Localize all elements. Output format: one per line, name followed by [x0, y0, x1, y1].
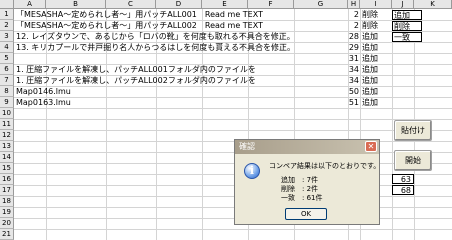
- cell-i1[interactable]: 削除: [362, 9, 378, 20]
- cell-a9[interactable]: Map0163.lmu: [16, 97, 71, 108]
- cell-i8[interactable]: 追加: [362, 86, 378, 97]
- row-header[interactable]: 15: [0, 163, 14, 174]
- gridline: [14, 196, 452, 197]
- row-header[interactable]: 8: [0, 86, 14, 97]
- dialog-title: 確認: [239, 142, 255, 151]
- col-header-g[interactable]: G: [294, 0, 348, 9]
- dialog-line-added: 追加 : 7件: [281, 176, 319, 184]
- cell-a8[interactable]: Map0146.lmu: [16, 86, 71, 97]
- col-header-i[interactable]: I: [360, 0, 392, 9]
- row-header[interactable]: 17: [0, 185, 14, 196]
- row-header[interactable]: 6: [0, 64, 14, 75]
- gridline: [14, 152, 452, 153]
- row-header[interactable]: 14: [0, 152, 14, 163]
- gridline: [14, 97, 452, 98]
- cell-j3[interactable]: 一致: [392, 32, 422, 42]
- gridline: [14, 207, 452, 208]
- dialog-message: コンペア結果は以下のとおりです。: [269, 162, 381, 170]
- col-header-j[interactable]: J: [392, 0, 414, 9]
- col-header-d[interactable]: D: [156, 0, 202, 9]
- cell-h3[interactable]: 28: [330, 31, 359, 42]
- cell-h5[interactable]: 31: [330, 53, 359, 64]
- start-button[interactable]: 開始: [394, 150, 432, 171]
- gridline: [14, 185, 452, 186]
- confirm-dialog: 確認 ✕ i コンペア結果は以下のとおりです。 追加 : 7件 削除 : 2件 …: [234, 139, 380, 225]
- cell-a7[interactable]: 1. 圧縮ファイルを解凍し、パッチALL002フォルダ内のファイルを: [16, 75, 256, 86]
- select-all-corner[interactable]: [0, 0, 14, 9]
- row-header[interactable]: 2: [0, 20, 14, 31]
- cell-h9[interactable]: 51: [330, 97, 359, 108]
- row-header[interactable]: 5: [0, 53, 14, 64]
- info-icon: i: [244, 163, 260, 179]
- gridline: [14, 141, 452, 142]
- row-header[interactable]: 18: [0, 196, 14, 207]
- cell-a3[interactable]: 12. レイズタウンで、あるじから「ロバの靴」を何度も取れる不具合を修正。: [16, 31, 295, 42]
- row-header[interactable]: 19: [0, 207, 14, 218]
- cell-i5[interactable]: 追加: [362, 53, 378, 64]
- cell-a1[interactable]: 「MESASHA～定められし者～」用パッチALL001 Read me TEXT: [16, 9, 263, 20]
- gridline: [14, 163, 452, 164]
- gridline: [14, 86, 452, 87]
- col-header-e[interactable]: E: [202, 0, 248, 9]
- ok-button[interactable]: OK: [285, 208, 327, 220]
- cell-i2[interactable]: 削除: [362, 20, 378, 31]
- gridline: [14, 119, 452, 120]
- cell-h4[interactable]: 29: [330, 42, 359, 53]
- gridline: [14, 174, 452, 175]
- dialog-line-deleted: 削除 : 2件: [281, 185, 319, 193]
- col-header-c[interactable]: C: [106, 0, 156, 9]
- row-header[interactable]: 7: [0, 75, 14, 86]
- cell-a4[interactable]: 13. キリカプールで井戸掘り名人からつるはしを何度も貰える不具合を修正。: [16, 42, 295, 53]
- cell-a2[interactable]: 「MESASHA～定められし者～」用パッチALL002 Read me TEXT: [16, 20, 263, 31]
- gridline: [14, 218, 452, 219]
- cell-j1[interactable]: 追加: [392, 10, 422, 20]
- cell-i9[interactable]: 追加: [362, 97, 378, 108]
- row-header[interactable]: 1: [0, 9, 14, 20]
- cell-h8[interactable]: 50: [330, 86, 359, 97]
- gridline: [14, 229, 452, 230]
- gridline: [392, 9, 393, 240]
- cell-h7[interactable]: 34: [330, 75, 359, 86]
- gridline: [14, 108, 452, 109]
- cell-i3[interactable]: 追加: [362, 31, 378, 42]
- cell-h2[interactable]: 2: [330, 20, 359, 31]
- row-header[interactable]: 4: [0, 42, 14, 53]
- cell-a6[interactable]: 1. 圧縮ファイルを解凍し、パッチALL001フォルダ内のファイルを: [16, 64, 256, 75]
- cell-j17[interactable]: 68: [392, 185, 414, 195]
- cell-i6[interactable]: 追加: [362, 64, 378, 75]
- gridline: [14, 130, 452, 131]
- spreadsheet: A B C D E F G H I J K 1 2 3 4 5 6 7 8 9 …: [0, 0, 452, 240]
- paste-button[interactable]: 貼付け: [394, 120, 432, 141]
- row-header[interactable]: 16: [0, 174, 14, 185]
- row-header[interactable]: 12: [0, 130, 14, 141]
- row-header[interactable]: 11: [0, 119, 14, 130]
- cell-h6[interactable]: 34: [330, 64, 359, 75]
- row-header[interactable]: 3: [0, 31, 14, 42]
- cell-j16[interactable]: 63: [392, 174, 414, 184]
- col-header-b[interactable]: B: [46, 0, 106, 9]
- cell-h1[interactable]: 2: [330, 9, 359, 20]
- col-header-f[interactable]: F: [248, 0, 294, 9]
- row-header[interactable]: 21: [0, 229, 14, 240]
- gridline: [14, 53, 452, 54]
- col-header-a[interactable]: A: [14, 0, 46, 9]
- row-header[interactable]: 13: [0, 141, 14, 152]
- row-header[interactable]: 9: [0, 97, 14, 108]
- cell-j2[interactable]: 削除: [392, 21, 422, 31]
- dialog-line-matched: 一致 : 61件: [281, 194, 323, 202]
- row-header[interactable]: 10: [0, 108, 14, 119]
- cell-i7[interactable]: 追加: [362, 75, 378, 86]
- row-header[interactable]: 20: [0, 218, 14, 229]
- close-icon[interactable]: ✕: [365, 141, 377, 152]
- dialog-titlebar[interactable]: 確認 ✕: [235, 140, 379, 154]
- col-header-k[interactable]: K: [414, 0, 452, 9]
- col-header-h[interactable]: H: [348, 0, 360, 9]
- cell-i4[interactable]: 追加: [362, 42, 378, 53]
